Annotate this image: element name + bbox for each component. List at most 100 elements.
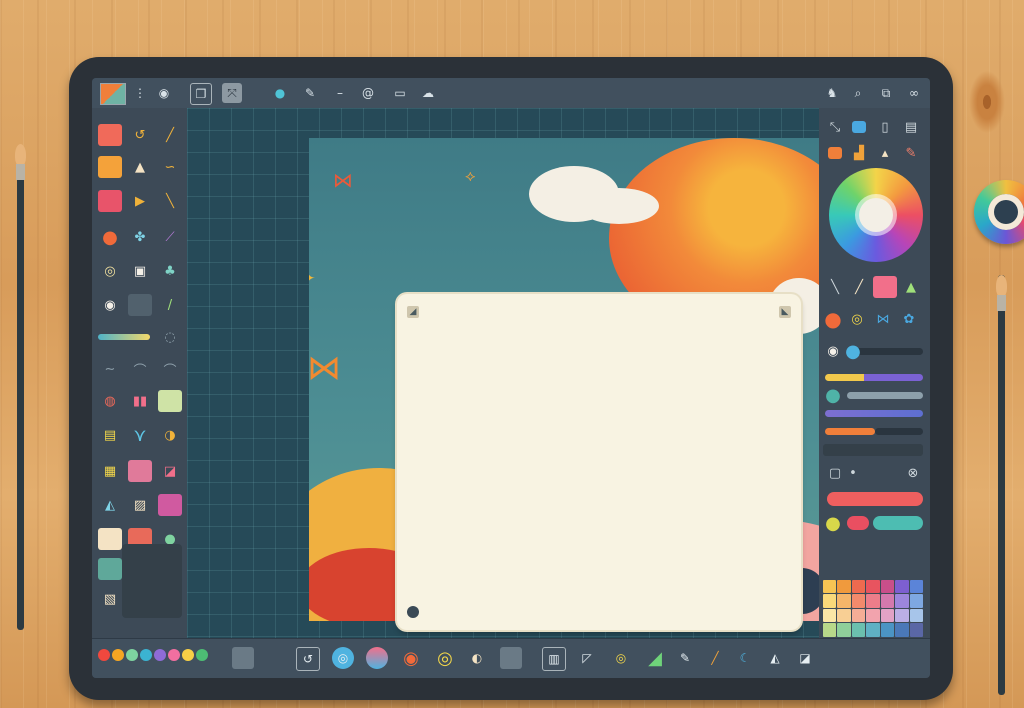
ring-icon[interactable]: ◎ xyxy=(98,260,122,282)
stamp-icon[interactable]: ▧ xyxy=(98,588,122,610)
canvas-area[interactable]: ⋈ ⟡ ⋈ ✦ ◢ ◣ xyxy=(187,108,851,638)
globe-icon[interactable]: ◑ xyxy=(158,424,182,446)
line-icon[interactable]: ╱ xyxy=(158,124,182,146)
layers-icon[interactable]: ▭ xyxy=(390,83,410,103)
frame-icon[interactable] xyxy=(158,390,182,412)
circle-icon[interactable]: ◎ xyxy=(332,647,354,669)
portrait-icon[interactable]: ▨ xyxy=(128,494,152,516)
bucket-icon[interactable]: ▟ xyxy=(847,142,871,164)
eraser-icon[interactable] xyxy=(232,647,254,669)
image-icon[interactable]: ◭ xyxy=(98,494,122,516)
pin-icon[interactable]: ◎ xyxy=(610,647,632,669)
clipboard-icon[interactable]: ▥ xyxy=(542,647,566,671)
mushroom-icon[interactable]: ♣ xyxy=(158,260,182,282)
color-wheel[interactable] xyxy=(829,168,923,262)
color-swatch[interactable] xyxy=(895,608,909,623)
circle-icon[interactable]: ● xyxy=(821,512,845,534)
bucket-icon[interactable] xyxy=(98,156,122,178)
brush-icon[interactable] xyxy=(98,124,122,146)
triangle-icon[interactable]: ▲ xyxy=(899,276,923,298)
chat-icon[interactable]: ◸ xyxy=(576,647,598,669)
corner-handle[interactable]: ◣ xyxy=(779,306,791,318)
circle-icon[interactable]: ● xyxy=(821,307,845,331)
texture-icon[interactable] xyxy=(128,294,152,316)
color-swatch[interactable] xyxy=(895,580,909,594)
color-swatch[interactable] xyxy=(866,594,880,608)
swirl-icon[interactable]: ◌ xyxy=(158,326,182,348)
mountain-icon[interactable]: ⌒ xyxy=(128,358,152,380)
ring-icon[interactable]: ◉ xyxy=(400,647,422,669)
hook-icon[interactable]: ↺ xyxy=(128,124,152,146)
pencil-icon[interactable]: ⟋ xyxy=(158,226,182,248)
corner-handle[interactable] xyxy=(407,606,419,618)
donut-icon[interactable]: ◎ xyxy=(434,647,456,669)
sticker-icon[interactable] xyxy=(873,276,897,298)
pen-icon[interactable]: ✎ xyxy=(674,647,696,669)
bow-icon[interactable]: ⋈ xyxy=(871,308,895,330)
dot-icon[interactable]: ◉ xyxy=(98,294,122,316)
palette-dot[interactable] xyxy=(154,649,166,661)
cloud-icon[interactable]: ☁ xyxy=(418,83,438,103)
animal-icon[interactable]: ♞ xyxy=(822,83,842,103)
pen-icon[interactable]: ✎ xyxy=(899,142,923,164)
color-swatch[interactable] xyxy=(837,608,851,623)
tag-icon[interactable]: ◪ xyxy=(158,460,182,482)
color-swatch[interactable] xyxy=(909,594,923,608)
shape-icon[interactable] xyxy=(98,190,122,212)
secondary-button[interactable] xyxy=(847,516,869,530)
spiral-icon[interactable]: @ xyxy=(358,83,378,103)
pencil-icon[interactable]: ╱ xyxy=(847,276,871,298)
search-icon[interactable]: ⌕ xyxy=(848,83,868,103)
color-swatch[interactable] xyxy=(909,580,923,594)
wave-icon[interactable]: ∼ xyxy=(98,358,122,380)
primary-button[interactable] xyxy=(827,492,923,506)
corner-handle[interactable]: ◢ xyxy=(407,306,419,318)
color-slider[interactable] xyxy=(825,374,923,381)
color-swatch[interactable] xyxy=(851,608,866,623)
pin-icon[interactable]: ◍ xyxy=(98,390,122,412)
fill-icon[interactable] xyxy=(828,147,842,159)
color-swatch[interactable] xyxy=(823,594,837,608)
ring-icon[interactable]: ◎ xyxy=(845,308,869,330)
color-swatch[interactable] xyxy=(866,580,880,594)
shape-icon[interactable]: ◭ xyxy=(764,647,786,669)
pen-icon[interactable]: ✎ xyxy=(300,83,320,103)
palette-dot[interactable] xyxy=(126,649,138,661)
camera-icon[interactable]: ◐ xyxy=(466,647,488,669)
more-vertical-icon[interactable]: ⋮ xyxy=(130,83,150,103)
note-icon[interactable]: ▤ xyxy=(98,424,122,446)
minus-icon[interactable]: – xyxy=(330,83,350,103)
color-swatch-icon[interactable] xyxy=(100,83,126,105)
triangle-icon[interactable]: ▴ xyxy=(873,142,897,164)
bird-icon[interactable]: ⋎ xyxy=(128,424,152,446)
flower-icon[interactable]: ✤ xyxy=(128,226,152,248)
share-icon[interactable]: ⧉ xyxy=(876,83,896,103)
tertiary-button[interactable] xyxy=(873,516,923,530)
triangle-icon[interactable]: ▲ xyxy=(128,156,152,178)
preview-thumbnail[interactable] xyxy=(122,544,182,618)
color-swatch[interactable] xyxy=(823,623,837,637)
color-swatch[interactable] xyxy=(837,623,851,637)
line-icon[interactable]: ╲ xyxy=(823,276,847,298)
circle-icon[interactable]: ● xyxy=(98,226,122,248)
arc-icon[interactable]: ⌒ xyxy=(158,358,182,380)
page-icon[interactable] xyxy=(98,528,122,550)
glasses-icon[interactable]: ∞ xyxy=(904,83,924,103)
color-swatch[interactable] xyxy=(909,608,923,623)
arrow-icon[interactable]: ▶ xyxy=(128,190,152,212)
settings-icon[interactable]: ⊗ xyxy=(901,462,925,484)
gradient-bar[interactable] xyxy=(98,334,150,340)
stack-icon[interactable] xyxy=(366,647,388,669)
grid-icon[interactable]: ▦ xyxy=(98,460,122,482)
color-swatch[interactable] xyxy=(880,623,895,637)
record-icon[interactable]: ◉ xyxy=(154,83,174,103)
color-swatch[interactable] xyxy=(823,608,837,623)
opacity-slider[interactable] xyxy=(847,392,923,399)
hook-icon[interactable]: ↺ xyxy=(296,647,320,671)
palette-dot[interactable] xyxy=(182,649,194,661)
color-swatch[interactable] xyxy=(909,623,923,637)
sticker-icon[interactable] xyxy=(158,494,182,516)
palette-dot[interactable] xyxy=(98,649,110,661)
palette-dot[interactable] xyxy=(140,649,152,661)
color-icon[interactable] xyxy=(852,121,866,133)
